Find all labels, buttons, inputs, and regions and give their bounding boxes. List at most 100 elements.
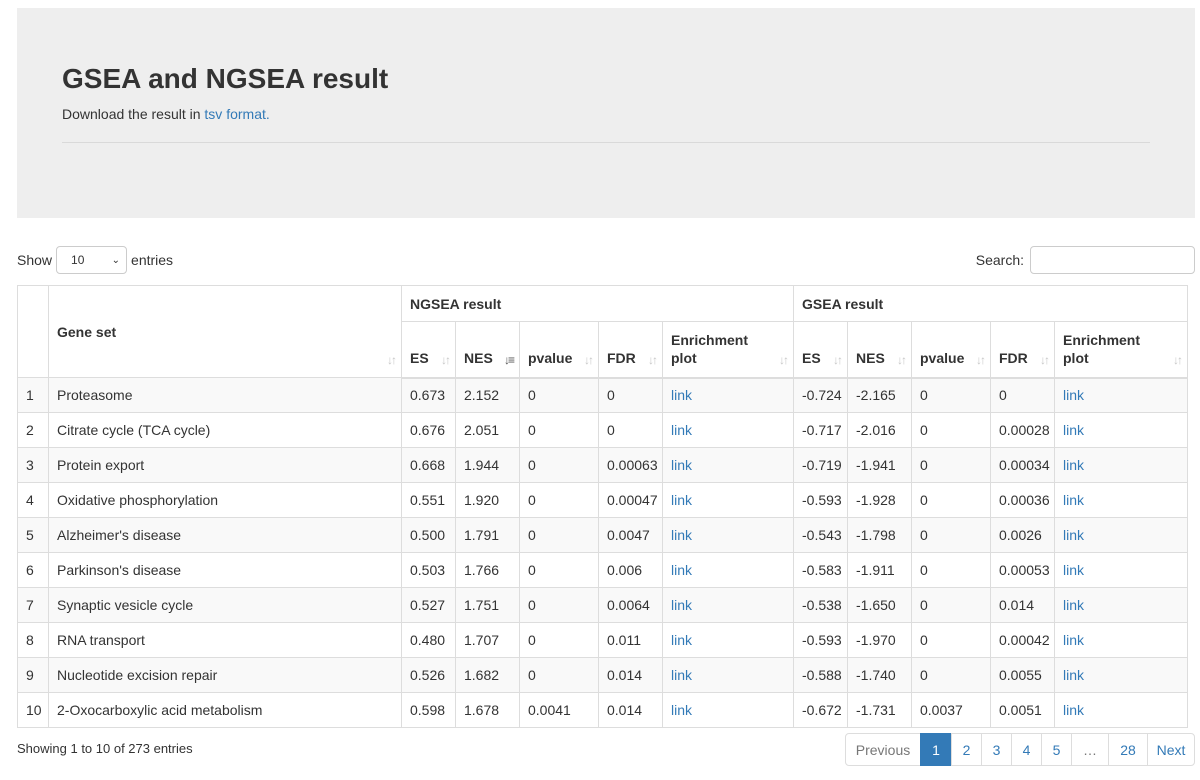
- row-index-cell: 9: [17, 657, 49, 693]
- next-page-button[interactable]: Next: [1147, 733, 1195, 766]
- col-header-ngsea-pvalue[interactable]: pvalue ↓↑: [519, 321, 599, 379]
- page-button-2[interactable]: 2: [951, 733, 982, 766]
- ngsea-enrichment-plot-link[interactable]: link: [671, 702, 692, 718]
- download-text: Download the result in tsv format.: [62, 105, 270, 123]
- gsea-nes-cell: -1.650: [847, 587, 912, 623]
- group-header-ngsea: NGSEA result: [401, 285, 794, 322]
- gsea-es-cell: -0.593: [793, 482, 848, 518]
- gsea-enrichment-plot-link[interactable]: link: [1063, 562, 1084, 578]
- gene-set-name-cell: Parkinson's disease: [48, 552, 402, 588]
- ngsea-es-cell: 0.500: [401, 517, 456, 553]
- ngsea-enrichment-plot-link[interactable]: link: [671, 457, 692, 473]
- gsea-fdr-cell: 0.00036: [990, 482, 1055, 518]
- table-row: 10 2-Oxocarboxylic acid metabolism 0.598 1.…: [17, 692, 1189, 728]
- ngsea-nes-cell: 2.051: [455, 412, 520, 448]
- tsv-download-link[interactable]: tsv format.: [204, 106, 269, 122]
- gsea-enrichment-plot-link[interactable]: link: [1063, 527, 1084, 543]
- col-header-gsea-plot[interactable]: Enrichment plot ↓↑: [1053, 321, 1189, 379]
- ngsea-nes-cell: 1.682: [455, 657, 520, 693]
- ngsea-nes-cell: 1.707: [455, 622, 520, 658]
- col-header-gsea-fdr[interactable]: FDR ↓↑: [990, 321, 1055, 379]
- ngsea-enrichment-plot-link[interactable]: link: [671, 527, 692, 543]
- gsea-es-cell: -0.672: [793, 692, 848, 728]
- col-label: Enrichment: [671, 331, 749, 348]
- gsea-enrichment-plot-link[interactable]: link: [1063, 632, 1084, 648]
- search-input[interactable]: [1030, 246, 1195, 274]
- gsea-pvalue-cell: 0: [911, 482, 991, 518]
- table-row: 3 Protein export 0.668 1.944 0 0.00063 link -0.…: [17, 447, 1189, 483]
- col-header-gsea-nes[interactable]: NES ↓↑: [847, 321, 912, 379]
- gsea-nes-cell: -1.798: [847, 517, 912, 553]
- ngsea-enrichment-plot-link[interactable]: link: [671, 562, 692, 578]
- ngsea-enrichment-plot-link[interactable]: link: [671, 422, 692, 438]
- gsea-es-cell: -0.717: [793, 412, 848, 448]
- col-header-gene-set-label: Gene set: [57, 323, 117, 340]
- col-label: plot: [671, 349, 697, 366]
- gsea-fdr-cell: 0.00042: [990, 622, 1055, 658]
- page-button-3[interactable]: 3: [981, 733, 1012, 766]
- col-header-gsea-pvalue[interactable]: pvalue ↓↑: [911, 321, 991, 379]
- enrichment-plot-cell: link: [662, 377, 794, 413]
- page-button-1[interactable]: 1: [920, 733, 952, 766]
- enrichment-plot-cell: link: [662, 412, 794, 448]
- gsea-enrichment-plot-link[interactable]: link: [1063, 492, 1084, 508]
- ngsea-enrichment-plot-link[interactable]: link: [671, 387, 692, 403]
- gene-set-name-cell: Nucleotide excision repair: [48, 657, 402, 693]
- page-button-5[interactable]: 5: [1041, 733, 1072, 766]
- ngsea-fdr-cell: 0.00063: [598, 447, 663, 483]
- previous-page-button[interactable]: Previous: [845, 733, 921, 766]
- ngsea-es-cell: 0.668: [401, 447, 456, 483]
- gsea-nes-cell: -1.941: [847, 447, 912, 483]
- download-prefix: Download the result in: [62, 106, 201, 122]
- gsea-pvalue-cell: 0: [911, 657, 991, 693]
- ngsea-enrichment-plot-link[interactable]: link: [671, 632, 692, 648]
- ngsea-pvalue-cell: 0: [519, 517, 599, 553]
- enrichment-plot-cell: link: [1053, 517, 1189, 553]
- sort-icon: ↓↑: [441, 352, 451, 367]
- col-header-gene-set[interactable]: Gene set ↓↑: [48, 285, 402, 378]
- col-header-ngsea-plot[interactable]: Enrichment plot ↓↑: [662, 321, 794, 379]
- gsea-pvalue-cell: 0: [911, 552, 991, 588]
- table-row: 7 Synaptic vesicle cycle 0.527 1.751 0 0.0064…: [17, 587, 1189, 623]
- col-label: FDR: [607, 349, 636, 366]
- gsea-enrichment-plot-link[interactable]: link: [1063, 702, 1084, 718]
- gsea-es-cell: -0.538: [793, 587, 848, 623]
- gsea-enrichment-plot-link[interactable]: link: [1063, 387, 1084, 403]
- enrichment-plot-cell: link: [662, 482, 794, 518]
- gsea-fdr-cell: 0.014: [990, 587, 1055, 623]
- gene-set-name-cell: Protein export: [48, 447, 402, 483]
- ngsea-fdr-cell: 0.0047: [598, 517, 663, 553]
- search-label: Search:: [975, 252, 1024, 268]
- row-index-cell: 8: [17, 622, 49, 658]
- page-length-select[interactable]: 10 ⌄: [56, 246, 128, 274]
- gsea-fdr-cell: 0.00034: [990, 447, 1055, 483]
- ngsea-enrichment-plot-link[interactable]: link: [671, 667, 692, 683]
- sort-icon: ↓↑: [648, 352, 658, 367]
- ngsea-enrichment-plot-link[interactable]: link: [671, 492, 692, 508]
- col-header-gsea-es[interactable]: ES ↓↑: [793, 321, 848, 379]
- ngsea-enrichment-plot-link[interactable]: link: [671, 597, 692, 613]
- gsea-nes-cell: -1.928: [847, 482, 912, 518]
- ngsea-fdr-cell: 0.014: [598, 657, 663, 693]
- search-control: Search:: [976, 246, 1195, 274]
- ngsea-nes-cell: 1.791: [455, 517, 520, 553]
- col-label: FDR: [999, 349, 1028, 366]
- gsea-enrichment-plot-link[interactable]: link: [1063, 422, 1084, 438]
- col-header-ngsea-es[interactable]: ES ↓↑: [401, 321, 456, 379]
- enrichment-plot-cell: link: [1053, 412, 1189, 448]
- ngsea-pvalue-cell: 0: [519, 377, 599, 413]
- row-index-cell: 2: [17, 412, 49, 448]
- gsea-enrichment-plot-link[interactable]: link: [1063, 597, 1084, 613]
- enrichment-plot-cell: link: [662, 622, 794, 658]
- results-table: Gene set ↓↑ NGSEA result GSEA result ES ↓…: [17, 285, 1189, 728]
- gsea-enrichment-plot-link[interactable]: link: [1063, 457, 1084, 473]
- page-button-28[interactable]: 28: [1108, 733, 1148, 766]
- page-button-4[interactable]: 4: [1011, 733, 1042, 766]
- ngsea-nes-cell: 1.678: [455, 692, 520, 728]
- group-header-gsea: GSEA result: [792, 285, 1189, 322]
- col-header-ngsea-nes[interactable]: NES ↓≡: [455, 321, 520, 379]
- gsea-enrichment-plot-link[interactable]: link: [1063, 667, 1084, 683]
- enrichment-plot-cell: link: [662, 657, 794, 693]
- col-label: NES: [464, 349, 493, 366]
- col-header-ngsea-fdr[interactable]: FDR ↓↑: [598, 321, 663, 379]
